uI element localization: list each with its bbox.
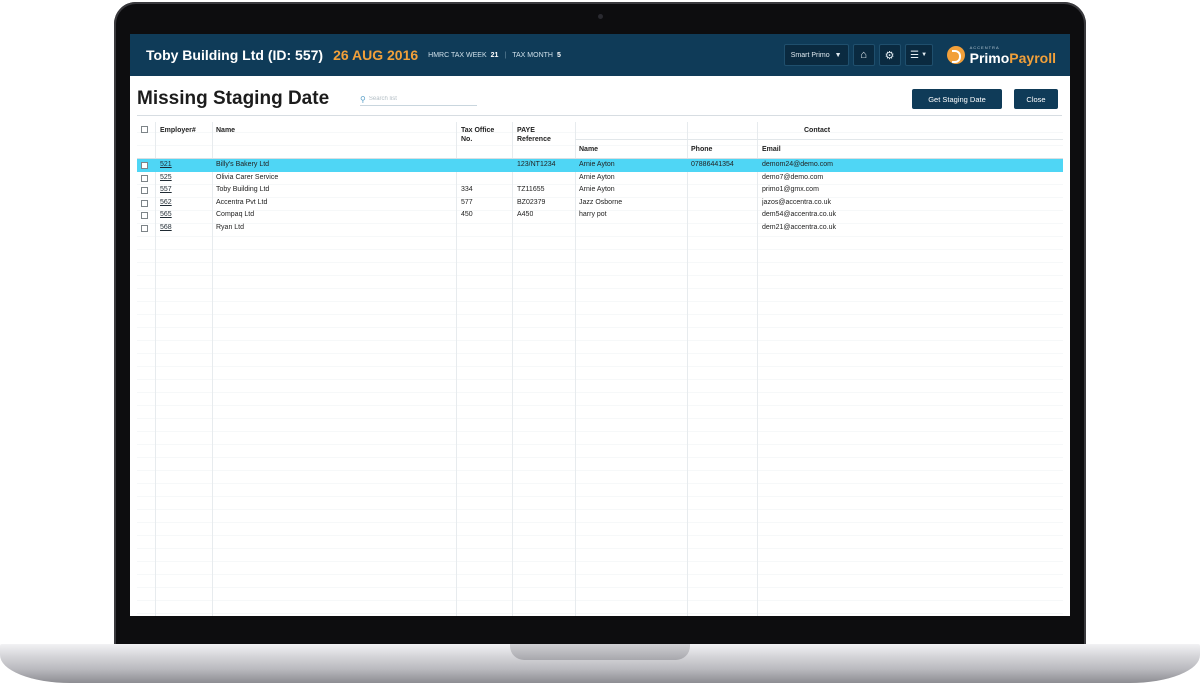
column-header-employer[interactable]: Employer# [160, 126, 196, 135]
contact-email: primo1@gmx.com [762, 186, 819, 194]
hamburger-menu-icon: ☰ [910, 49, 920, 61]
close-button[interactable]: Close [1014, 89, 1058, 109]
paye-reference: BZ02379 [517, 198, 546, 206]
employer-id-link[interactable]: 557 [160, 184, 172, 197]
contact-email: demo7@demo.com [762, 173, 824, 181]
employer-id-link[interactable]: 562 [160, 197, 172, 210]
column-header-phone[interactable]: Phone [691, 145, 712, 154]
search-icon: ⚲ [360, 94, 366, 104]
tax-month-label: TAX MONTH [512, 51, 553, 59]
row-checkbox[interactable] [141, 187, 148, 195]
contact-email: demom24@demo.com [762, 161, 833, 168]
table-row[interactable]: 565 Compaq Ltd 450 A450 harry pot dem54@… [137, 209, 1063, 222]
contact-name: Arnie Ayton [579, 173, 615, 181]
contact-email: dem21@accentra.co.uk [762, 224, 837, 231]
column-header-tax-office[interactable]: Tax Office No. [461, 126, 494, 144]
contact-phone: 07886441354 [691, 161, 734, 168]
paye-reference: TZ11655 [517, 186, 545, 194]
column-header-email[interactable]: Email [762, 145, 781, 154]
get-staging-date-button[interactable]: Get Staging Date [912, 89, 1002, 109]
employer-id-link[interactable]: 521 [160, 159, 172, 172]
employer-name: Compaq Ltd [216, 211, 255, 219]
contact-name: harry pot [579, 211, 607, 219]
contact-email: jazos@accentra.co.uk [762, 198, 831, 206]
table-row[interactable]: 521 Billy's Bakery Ltd 123/NT1234 Arnie … [137, 159, 1063, 172]
company-title: Toby Building Ltd (ID: 557) [146, 47, 324, 63]
employer-name: Billy's Bakery Ltd [216, 161, 270, 168]
paye-reference: 123/NT1234 [517, 161, 556, 168]
primo-payroll-logo: ACCENTRA PrimoPayroll [946, 45, 1056, 66]
laptop-notch [510, 644, 690, 660]
tax-week-value: 21 [490, 51, 499, 59]
smart-primo-label: Smart Primo [790, 51, 830, 59]
table-row[interactable]: 568 Ryan Ltd dem21@accentra.co.uk [137, 222, 1063, 235]
contact-name: Arnie Ayton [579, 186, 615, 194]
contact-email: dem54@accentra.co.uk [762, 211, 837, 219]
toolbar-divider [137, 115, 1062, 116]
column-header-contact-name[interactable]: Name [579, 145, 598, 154]
page-toolbar: Missing Staging Date ⚲ Get Staging Date … [130, 76, 1070, 116]
employer-name: Olivia Carer Service [216, 173, 279, 181]
camera-dot [598, 14, 603, 19]
tax-month-value: 5 [556, 51, 561, 59]
employer-id-link[interactable]: 568 [160, 222, 172, 235]
main-menu-button[interactable]: ☰ ▼ [904, 44, 933, 66]
contact-group-divider [575, 139, 1063, 140]
staging-date-table: Employer# Name Tax Office No. PAYE Refer… [137, 122, 1063, 616]
primo-logo-icon [946, 46, 965, 64]
page-title: Missing Staging Date [137, 88, 330, 109]
employer-id-link[interactable]: 525 [160, 172, 172, 185]
gear-icon: ⚙ [884, 49, 895, 62]
home-button[interactable]: ⌂ [852, 44, 875, 66]
home-icon: ⌂ [860, 49, 867, 61]
contact-name: Arnie Ayton [579, 161, 615, 168]
tax-week-label: HMRC TAX WEEK [428, 51, 487, 59]
tax-period-separator: | [504, 51, 507, 59]
tax-office-number: 450 [461, 211, 473, 219]
table-row[interactable]: 557 Toby Building Ltd 334 TZ11655 Arnie … [137, 184, 1063, 197]
row-checkbox[interactable] [141, 199, 148, 207]
app-header: Toby Building Ltd (ID: 557) 26 AUG 2016 … [130, 34, 1070, 76]
table-row[interactable]: 562 Accentra Pvt Ltd 577 BZ02379 Jazz Os… [137, 197, 1063, 210]
employer-id-link[interactable]: 565 [160, 209, 172, 222]
select-all-checkbox[interactable] [141, 126, 148, 133]
search-input[interactable] [368, 96, 469, 102]
column-header-paye[interactable]: PAYE Reference [517, 126, 551, 144]
paye-reference: A450 [517, 211, 534, 219]
tax-period-info: HMRC TAX WEEK 21 | TAX MONTH 5 [428, 52, 561, 59]
row-checkbox[interactable] [141, 162, 148, 169]
chevron-down-icon: ▼ [834, 51, 842, 59]
table-row[interactable]: 525 Olivia Carer Service Arnie Ayton dem… [137, 172, 1063, 185]
chevron-down-icon: ▼ [921, 52, 928, 58]
employer-name: Ryan Ltd [216, 224, 245, 231]
row-checkbox[interactable] [141, 212, 148, 220]
tax-office-number: 577 [461, 198, 473, 206]
smart-primo-dropdown[interactable]: Smart Primo ▼ [783, 44, 849, 66]
contact-name: Jazz Osborne [579, 198, 623, 206]
column-header-contact: Contact [804, 127, 831, 134]
row-checkbox[interactable] [141, 225, 148, 232]
logo-brand-name: PrimoPayroll [969, 49, 1056, 66]
settings-button[interactable]: ⚙ [878, 44, 901, 66]
row-checkbox[interactable] [141, 174, 148, 182]
column-header-name[interactable]: Name [216, 126, 235, 135]
employer-name: Toby Building Ltd [216, 186, 270, 194]
employer-name: Accentra Pvt Ltd [216, 198, 268, 206]
app-screen: Toby Building Ltd (ID: 557) 26 AUG 2016 … [130, 34, 1070, 616]
tax-office-number: 334 [461, 186, 473, 194]
payroll-date: 26 AUG 2016 [333, 47, 419, 63]
search-box: ⚲ [360, 93, 477, 106]
